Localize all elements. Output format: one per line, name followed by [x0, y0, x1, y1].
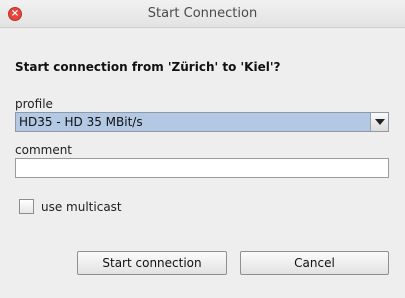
multicast-label[interactable]: use multicast — [41, 200, 122, 214]
comment-label: comment — [15, 143, 73, 157]
start-connection-dialog: × Start Connection Start connection from… — [0, 0, 405, 298]
connection-question: Start connection from 'Zürich' to 'Kiel'… — [15, 60, 281, 74]
title-bar: × Start Connection — [0, 0, 405, 28]
dropdown-button[interactable] — [370, 113, 388, 131]
cancel-button[interactable]: Cancel — [240, 251, 389, 275]
multicast-checkbox[interactable] — [19, 199, 34, 214]
chevron-down-icon — [375, 119, 385, 125]
window-title: Start Connection — [147, 6, 258, 21]
profile-selected-value: HD35 - HD 35 MBit/s — [19, 115, 143, 129]
comment-field[interactable] — [15, 158, 389, 178]
start-connection-button[interactable]: Start connection — [77, 251, 227, 275]
profile-label: profile — [15, 97, 53, 111]
profile-select[interactable]: HD35 - HD 35 MBit/s — [15, 112, 389, 132]
